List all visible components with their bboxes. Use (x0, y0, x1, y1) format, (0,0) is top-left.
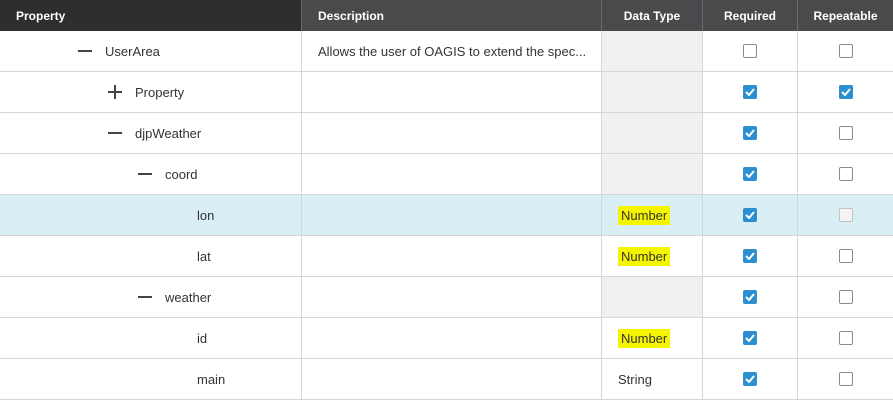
data-type-value: String (618, 371, 652, 387)
data-type-cell[interactable]: Number (602, 236, 703, 276)
repeatable-checkbox[interactable] (838, 167, 853, 181)
data-type-value: Number (618, 328, 671, 348)
repeatable-checkbox[interactable] (838, 249, 853, 263)
repeatable-checkbox[interactable] (838, 331, 853, 345)
repeatable-cell (798, 359, 893, 399)
collapse-icon[interactable] (137, 166, 153, 182)
repeatable-cell (798, 195, 893, 235)
table-row[interactable]: UserArea Allows the user of OAGIS to ext… (0, 31, 893, 72)
column-header-description[interactable]: Description (302, 0, 602, 31)
data-type-cell[interactable] (602, 277, 703, 317)
description-cell[interactable] (302, 195, 602, 235)
required-checkbox[interactable] (743, 126, 757, 140)
property-cell: coord (0, 154, 302, 194)
data-type-cell[interactable] (602, 72, 703, 112)
property-name: id (197, 330, 208, 346)
required-checkbox[interactable] (743, 167, 757, 181)
property-cell: id (0, 318, 302, 358)
repeatable-checkbox[interactable] (838, 290, 853, 304)
required-checkbox[interactable] (743, 331, 757, 345)
repeatable-cell (798, 72, 893, 112)
required-checkbox[interactable] (743, 208, 757, 222)
table-row[interactable]: Property (0, 72, 893, 113)
repeatable-cell (798, 154, 893, 194)
property-name: coord (165, 166, 198, 182)
data-type-cell[interactable]: Number (602, 318, 703, 358)
required-checkbox[interactable] (743, 249, 757, 263)
property-grid: Property Description Data Type Required … (0, 0, 893, 401)
repeatable-checkbox[interactable] (838, 208, 853, 222)
repeatable-checkbox[interactable] (838, 44, 853, 58)
property-name: main (197, 371, 226, 387)
repeatable-cell (798, 236, 893, 276)
property-name: UserArea (105, 43, 160, 59)
description-cell[interactable] (302, 359, 602, 399)
data-type-value: Number (618, 246, 671, 266)
description-cell[interactable] (302, 113, 602, 153)
required-checkbox[interactable] (743, 290, 757, 304)
property-cell: djpWeather (0, 113, 302, 153)
property-cell: lon (0, 195, 302, 235)
description-cell[interactable] (302, 277, 602, 317)
repeatable-cell (798, 318, 893, 358)
description-cell[interactable]: Allows the user of OAGIS to extend the s… (302, 31, 602, 71)
required-cell (703, 277, 798, 317)
property-name: djpWeather (135, 125, 202, 141)
column-header-required[interactable]: Required (703, 0, 798, 31)
required-cell (703, 31, 798, 71)
required-cell (703, 359, 798, 399)
repeatable-checkbox[interactable] (838, 85, 853, 99)
column-header-property[interactable]: Property (0, 0, 302, 31)
grid-body: UserArea Allows the user of OAGIS to ext… (0, 31, 893, 400)
description-cell[interactable] (302, 72, 602, 112)
collapse-icon[interactable] (107, 125, 123, 141)
collapse-icon[interactable] (77, 43, 93, 59)
table-row-selected[interactable]: lon Number (0, 195, 893, 236)
column-header-repeatable[interactable]: Repeatable (798, 0, 893, 31)
required-checkbox[interactable] (743, 44, 757, 58)
collapse-icon[interactable] (137, 289, 153, 305)
column-header-data-type[interactable]: Data Type (602, 0, 703, 31)
repeatable-checkbox[interactable] (838, 126, 853, 140)
repeatable-cell (798, 277, 893, 317)
property-name: Property (135, 84, 185, 100)
required-cell (703, 72, 798, 112)
data-type-cell[interactable] (602, 154, 703, 194)
table-row[interactable]: coord (0, 154, 893, 195)
property-name: weather (165, 289, 212, 305)
property-name: lat (197, 248, 211, 264)
repeatable-cell (798, 113, 893, 153)
property-cell: main (0, 359, 302, 399)
data-type-cell[interactable] (602, 113, 703, 153)
required-cell (703, 318, 798, 358)
data-type-value: Number (618, 205, 671, 225)
table-row[interactable]: main String (0, 359, 893, 400)
description-cell[interactable] (302, 236, 602, 276)
table-row[interactable]: weather (0, 277, 893, 318)
property-cell: lat (0, 236, 302, 276)
data-type-cell[interactable]: Number (602, 195, 703, 235)
data-type-cell[interactable]: String (602, 359, 703, 399)
property-cell: UserArea (0, 31, 302, 71)
required-cell (703, 154, 798, 194)
data-type-cell[interactable] (602, 31, 703, 71)
description-cell[interactable] (302, 154, 602, 194)
grid-header: Property Description Data Type Required … (0, 0, 893, 31)
expand-icon[interactable] (107, 84, 123, 100)
table-row[interactable]: lat Number (0, 236, 893, 277)
required-checkbox[interactable] (743, 85, 757, 99)
table-row[interactable]: id Number (0, 318, 893, 359)
required-checkbox[interactable] (743, 372, 757, 386)
repeatable-checkbox[interactable] (838, 372, 853, 386)
repeatable-cell (798, 31, 893, 71)
required-cell (703, 195, 798, 235)
property-name: lon (197, 207, 215, 223)
property-cell: Property (0, 72, 302, 112)
required-cell (703, 113, 798, 153)
description-cell[interactable] (302, 318, 602, 358)
property-cell: weather (0, 277, 302, 317)
table-row[interactable]: djpWeather (0, 113, 893, 154)
required-cell (703, 236, 798, 276)
